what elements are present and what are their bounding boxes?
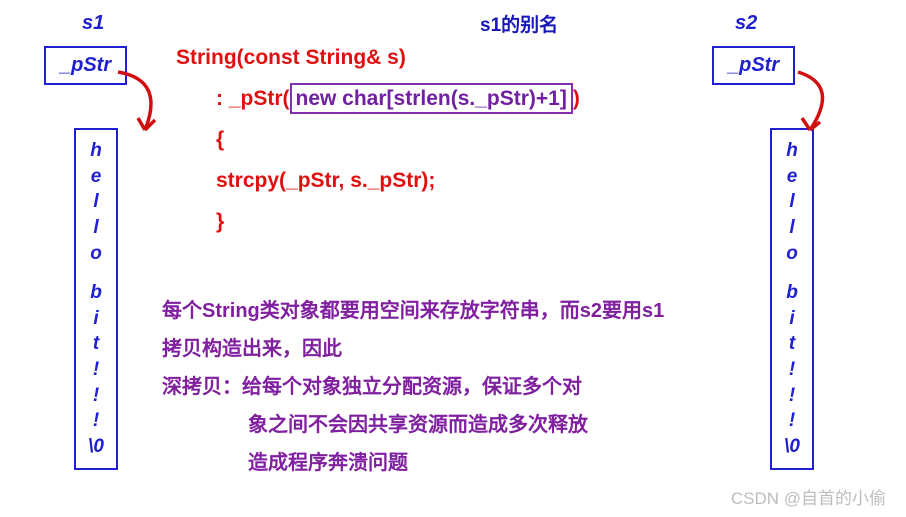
- char-cell: !: [772, 383, 812, 409]
- code-block: String(const String& s) : _pStr(new char…: [176, 38, 580, 243]
- char-cell: i: [76, 306, 116, 332]
- char-cell: l: [76, 189, 116, 215]
- s2-string-box: hellobit!!!\0: [770, 128, 814, 470]
- code-line2-a: : _pStr(: [216, 87, 290, 110]
- char-cell: o: [772, 241, 812, 267]
- char-cell: !: [76, 357, 116, 383]
- code-line5: }: [176, 202, 224, 243]
- char-cell: h: [772, 138, 812, 164]
- char-cell: h: [76, 138, 116, 164]
- s2-label: s2: [735, 12, 757, 35]
- char-cell: !: [772, 357, 812, 383]
- explanation-block: 每个String类对象都要用空间来存放字符串，而s2要用s1拷贝构造出来，因此 …: [162, 292, 682, 482]
- char-cell: t: [76, 331, 116, 357]
- char-cell: [76, 266, 116, 280]
- char-cell: e: [76, 164, 116, 190]
- explain-p2a: 深拷贝：给每个对象独立分配资源，保证多个对: [162, 368, 682, 406]
- watermark: CSDN @自首的小偷: [731, 484, 886, 509]
- char-cell: \0: [76, 434, 116, 460]
- char-cell: [772, 266, 812, 280]
- code-line4: strcpy(_pStr, s._pStr);: [176, 161, 435, 202]
- s1-label: s1: [82, 12, 104, 35]
- code-line1: String(const String& s): [176, 46, 406, 69]
- char-cell: b: [772, 280, 812, 306]
- char-cell: b: [76, 280, 116, 306]
- explain-p1: 每个String类对象都要用空间来存放字符串，而s2要用s1拷贝构造出来，因此: [162, 292, 682, 368]
- char-cell: !: [772, 408, 812, 434]
- char-cell: o: [76, 241, 116, 267]
- char-cell: l: [772, 189, 812, 215]
- s1-string-box: hellobit!!!\0: [74, 128, 118, 470]
- s1-pstr-box: _pStr: [44, 46, 127, 85]
- explain-p2c: 造成程序奔溃问题: [162, 444, 682, 482]
- char-cell: l: [772, 215, 812, 241]
- code-line2-c: ): [573, 87, 580, 110]
- char-cell: !: [76, 408, 116, 434]
- code-line2-b-purplebox: new char[strlen(s._pStr)+1]: [290, 83, 573, 114]
- char-cell: e: [772, 164, 812, 190]
- s2-pstr-box: _pStr: [712, 46, 795, 85]
- char-cell: !: [76, 383, 116, 409]
- char-cell: l: [76, 215, 116, 241]
- explain-p2b: 象之间不会因共享资源而造成多次释放: [162, 406, 682, 444]
- char-cell: t: [772, 331, 812, 357]
- code-line3: {: [176, 120, 224, 161]
- alias-label: s1的别名: [480, 10, 558, 37]
- char-cell: i: [772, 306, 812, 332]
- char-cell: \0: [772, 434, 812, 460]
